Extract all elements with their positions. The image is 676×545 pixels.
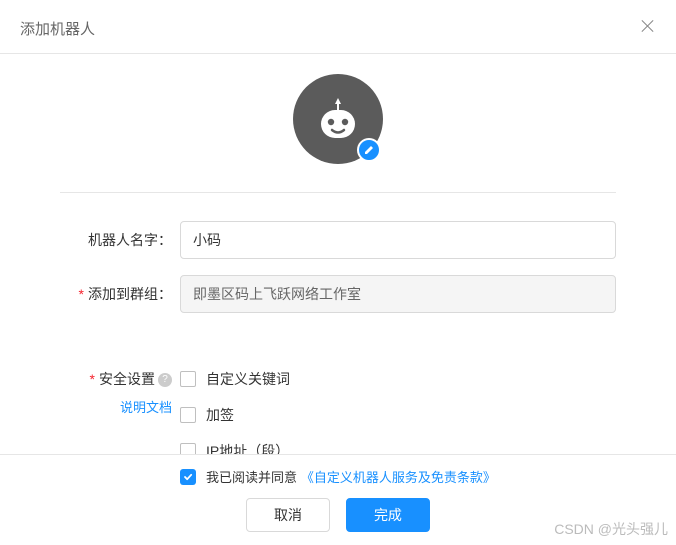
dialog-footer: 我已阅读并同意 《自定义机器人服务及免责条款》 取消 完成 xyxy=(0,454,676,544)
submit-button[interactable]: 完成 xyxy=(346,498,430,532)
label-group: *添加到群组： xyxy=(60,284,180,304)
button-row: 取消 完成 xyxy=(20,498,656,532)
checkbox-icon[interactable] xyxy=(180,371,196,387)
agree-row: 我已阅读并同意 《自定义机器人服务及免责条款》 xyxy=(20,467,656,486)
robot-icon xyxy=(311,92,365,146)
terms-link[interactable]: 《自定义机器人服务及免责条款》 xyxy=(301,470,496,485)
group-input[interactable]: 即墨区码上飞跃网络工作室 xyxy=(180,275,616,313)
dialog-title: 添加机器人 xyxy=(20,21,95,38)
edit-avatar-icon[interactable] xyxy=(357,138,381,162)
row-security: *安全设置? 说明文档 自定义关键词 加签 IP地址（段） xyxy=(60,369,616,454)
avatar-section xyxy=(60,74,616,164)
label-name: 机器人名字： xyxy=(60,230,180,250)
help-icon[interactable]: ? xyxy=(158,373,172,387)
option-ip[interactable]: IP地址（段） xyxy=(180,441,616,454)
close-icon[interactable] xyxy=(640,18,656,34)
group-value: 即墨区码上飞跃网络工作室 xyxy=(193,284,361,304)
divider xyxy=(60,192,616,193)
option-sign-label: 加签 xyxy=(206,405,234,425)
dialog-body: 机器人名字： *添加到群组： 即墨区码上飞跃网络工作室 *安全设置? 说明文档 … xyxy=(0,54,676,454)
required-marker: * xyxy=(90,371,95,387)
cancel-button[interactable]: 取消 xyxy=(246,498,330,532)
label-security: *安全设置? 说明文档 xyxy=(60,369,180,416)
option-sign[interactable]: 加签 xyxy=(180,405,616,425)
agree-text: 我已阅读并同意 xyxy=(206,470,297,485)
option-keyword[interactable]: 自定义关键词 xyxy=(180,369,616,389)
doc-link[interactable]: 说明文档 xyxy=(120,397,172,416)
checkbox-icon[interactable] xyxy=(180,407,196,423)
option-ip-label: IP地址（段） xyxy=(206,441,289,454)
row-name: 机器人名字： xyxy=(60,221,616,259)
row-group: *添加到群组： 即墨区码上飞跃网络工作室 xyxy=(60,275,616,313)
required-marker: * xyxy=(79,286,84,302)
checkbox-icon[interactable] xyxy=(180,443,196,454)
agree-checkbox[interactable] xyxy=(180,469,196,485)
dialog-header: 添加机器人 xyxy=(0,0,676,54)
robot-avatar[interactable] xyxy=(293,74,383,164)
name-input[interactable] xyxy=(180,221,616,259)
option-keyword-label: 自定义关键词 xyxy=(206,369,290,389)
